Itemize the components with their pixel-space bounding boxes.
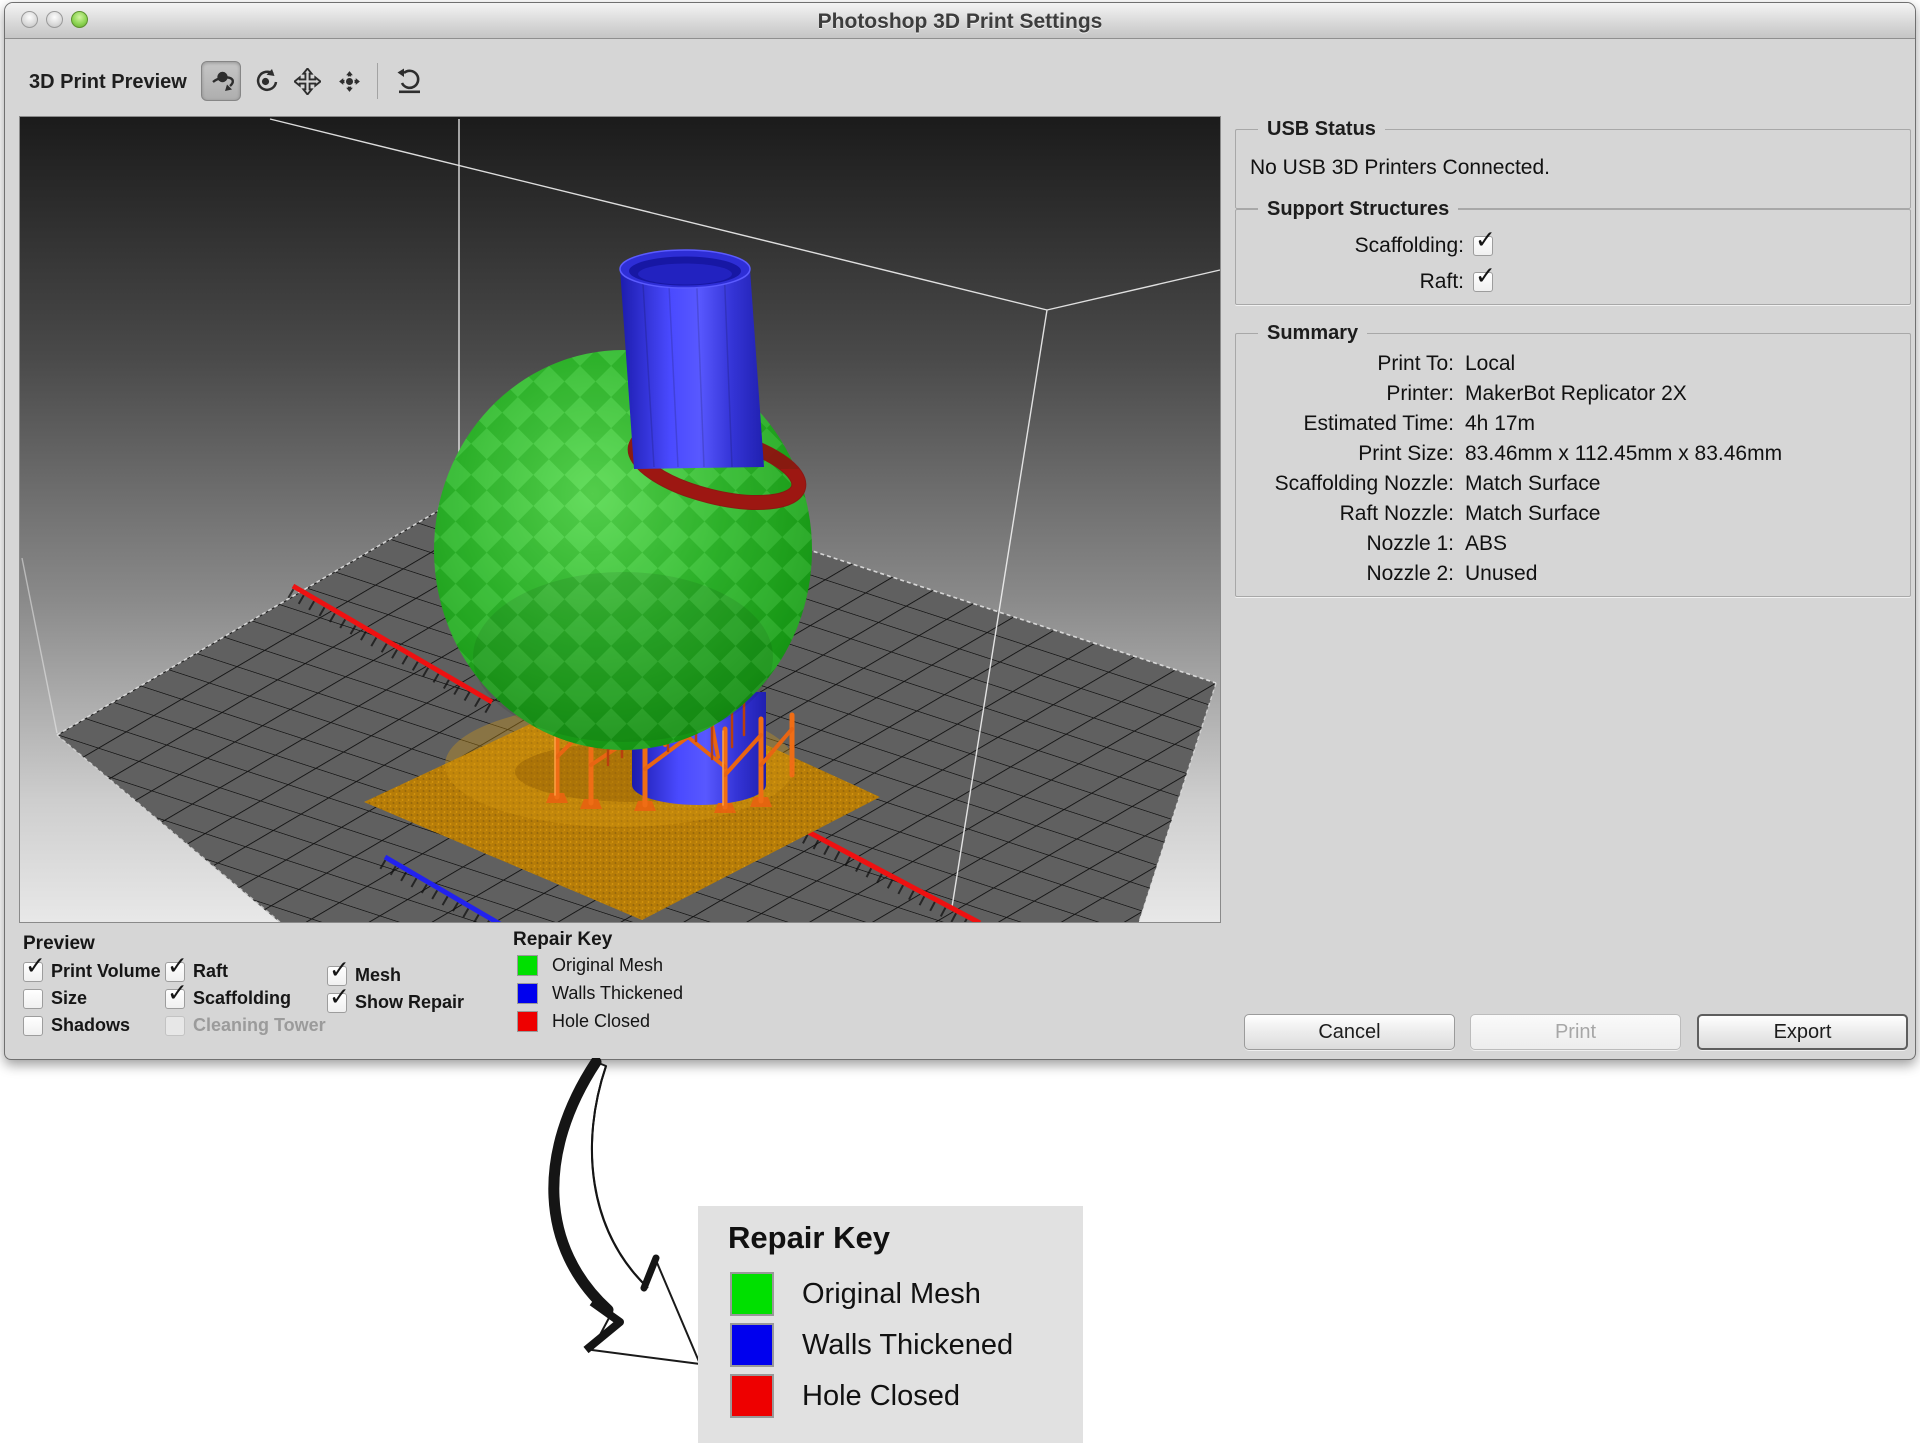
summary-row: Nozzle 1:ABS	[1236, 532, 1507, 556]
raft-label: Raft:	[1236, 270, 1464, 294]
cleaning-tower-checkbox	[165, 1016, 185, 1036]
titlebar: Photoshop 3D Print Settings	[5, 3, 1915, 39]
usb-status-message: No USB 3D Printers Connected.	[1250, 156, 1550, 180]
3d-print-preview-viewport[interactable]	[19, 116, 1221, 923]
model-cylinder-top	[620, 250, 764, 469]
page: Photoshop 3D Print Settings 3D Print Pre…	[0, 0, 1920, 1443]
preview-option-scaffolding[interactable]: ✓Scaffolding	[165, 988, 291, 1009]
repair-key-callout: Repair Key Original Mesh Walls Thickened…	[698, 1206, 1083, 1443]
original-mesh-swatch-large	[730, 1272, 774, 1316]
3d-scene	[20, 117, 1220, 922]
shadows-checkbox[interactable]	[23, 1016, 43, 1036]
toolbar-label: 3D Print Preview	[29, 71, 187, 94]
usb-status-title: USB Status	[1258, 118, 1385, 141]
repair-key-item: Walls Thickened	[517, 983, 683, 1004]
summary-row: Printer:MakerBot Replicator 2X	[1236, 382, 1687, 406]
slide-camera-tool-button[interactable]	[329, 61, 369, 101]
hole-closed-swatch-large	[730, 1374, 774, 1418]
print-button: Print	[1470, 1014, 1681, 1050]
pan-camera-icon	[294, 68, 321, 95]
scaffolding-checkbox[interactable]: ✓	[1473, 236, 1493, 256]
scaffolding-label: Scaffolding:	[1236, 234, 1464, 258]
support-structures-title: Support Structures	[1258, 198, 1458, 221]
summary-row: Scaffolding Nozzle:Match Surface	[1236, 472, 1600, 496]
print-settings-dialog: Photoshop 3D Print Settings 3D Print Pre…	[4, 2, 1916, 1060]
raft-checkbox[interactable]: ✓	[1473, 272, 1493, 292]
support-structures-group: Support Structures Scaffolding: ✓ Raft: …	[1235, 209, 1911, 305]
preview-option-shadows[interactable]: Shadows	[23, 1015, 130, 1036]
callout-item: Original Mesh	[730, 1272, 981, 1316]
roll-camera-tool-button[interactable]	[245, 61, 285, 101]
orbit-camera-tool-button[interactable]	[201, 61, 241, 101]
preview-option-size[interactable]: Size	[23, 988, 87, 1009]
export-button[interactable]: Export	[1697, 1014, 1908, 1050]
repair-key-item: Original Mesh	[517, 955, 663, 976]
preview-option-cleaning-tower: Cleaning Tower	[165, 1015, 326, 1036]
summary-title: Summary	[1258, 322, 1367, 345]
walls-thickened-swatch-large	[730, 1323, 774, 1367]
preview-option-print-volume[interactable]: ✓Print Volume	[23, 961, 161, 982]
print-volume-checkbox[interactable]: ✓	[23, 962, 43, 982]
summary-group: Summary Print To:Local Printer:MakerBot …	[1235, 333, 1911, 597]
summary-row: Raft Nozzle:Match Surface	[1236, 502, 1600, 526]
cancel-button[interactable]: Cancel	[1244, 1014, 1455, 1050]
roll-camera-icon	[252, 68, 279, 95]
preview-option-show-repair[interactable]: ✓Show Repair	[327, 992, 464, 1013]
summary-row: Estimated Time:4h 17m	[1236, 412, 1535, 436]
show-repair-checkbox[interactable]: ✓	[327, 993, 347, 1013]
slide-camera-icon	[336, 68, 363, 95]
pan-camera-tool-button[interactable]	[287, 61, 327, 101]
toolbar-separator	[377, 63, 378, 99]
callout-item: Hole Closed	[730, 1374, 960, 1418]
walls-thickened-swatch	[517, 983, 538, 1004]
reset-camera-tool-button[interactable]	[389, 61, 429, 101]
summary-row: Nozzle 2:Unused	[1236, 562, 1537, 586]
repair-key-item: Hole Closed	[517, 1011, 650, 1032]
callout-item: Walls Thickened	[730, 1323, 1013, 1367]
usb-status-group: USB Status No USB 3D Printers Connected.	[1235, 129, 1911, 209]
callout-title: Repair Key	[728, 1220, 890, 1256]
scaffolding-preview-checkbox[interactable]: ✓	[165, 989, 185, 1009]
reset-camera-icon	[396, 68, 423, 95]
summary-row: Print To:Local	[1236, 352, 1515, 376]
original-mesh-swatch	[517, 955, 538, 976]
summary-row: Print Size:83.46mm x 112.45mm x 83.46mm	[1236, 442, 1782, 466]
orbit-camera-icon	[208, 68, 235, 95]
window-title: Photoshop 3D Print Settings	[5, 10, 1915, 34]
hole-closed-swatch	[517, 1011, 538, 1032]
repair-key-title: Repair Key	[513, 929, 612, 951]
size-checkbox[interactable]	[23, 989, 43, 1009]
